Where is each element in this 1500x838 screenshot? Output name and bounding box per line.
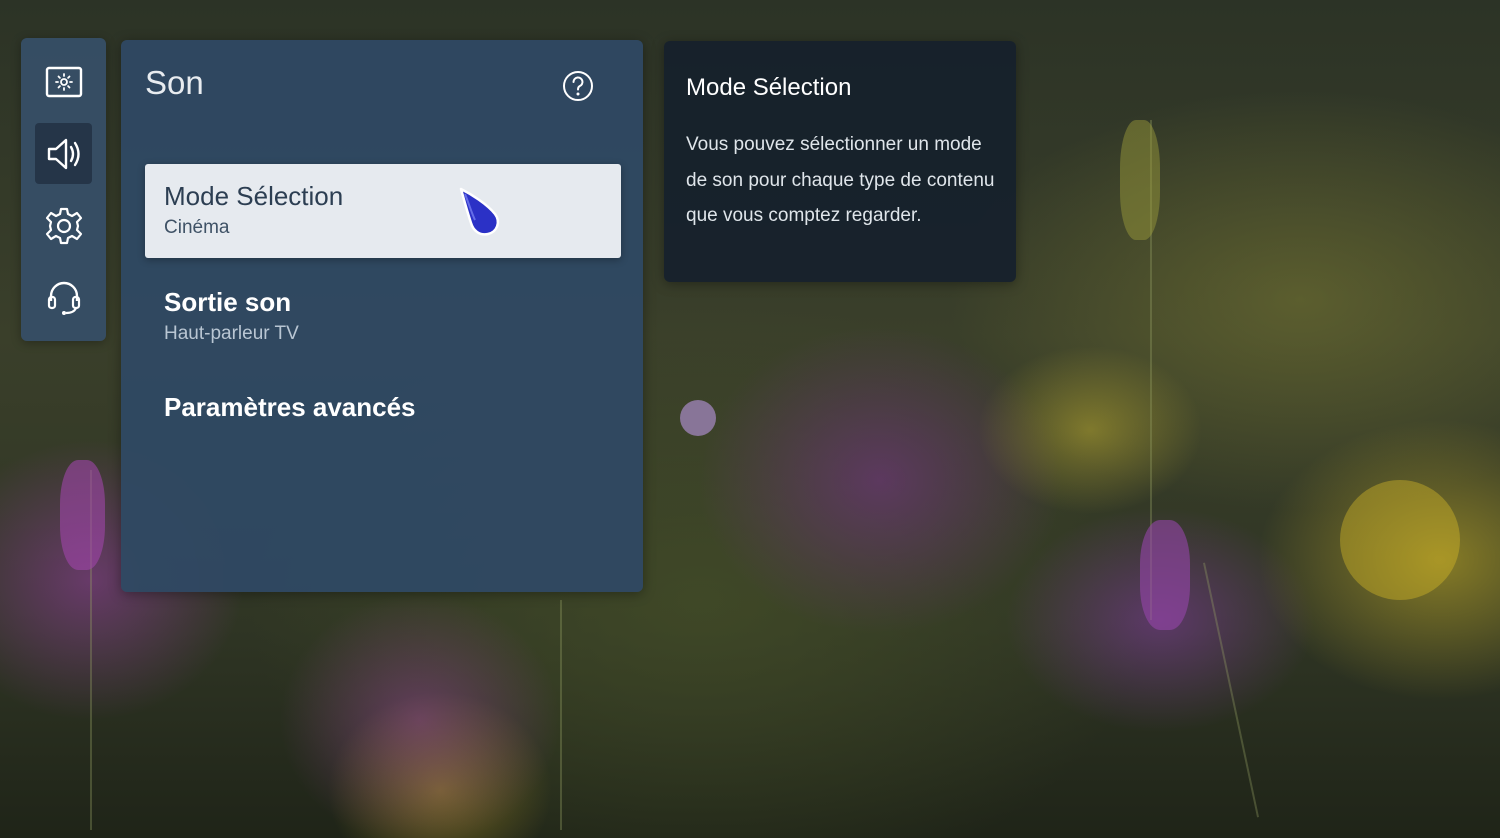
sound-panel: Son Mode Sélection Cinéma Sortie son Hau…	[121, 40, 643, 592]
speaker-icon	[47, 138, 80, 169]
menu-item-label: Mode Sélection	[164, 181, 344, 211]
magic-remote-pointer-icon	[459, 187, 500, 236]
rail-item-general[interactable]	[35, 195, 92, 256]
headset-icon	[47, 281, 80, 315]
info-title: Mode Sélection	[686, 74, 852, 101]
panel-title: Son	[145, 64, 204, 101]
menu-item-value: Cinéma	[164, 217, 230, 238]
question-circle-icon[interactable]	[562, 70, 594, 102]
menu-item-label: Sortie son	[164, 287, 292, 317]
info-description: Vous pouvez sélectionner un mode de son …	[686, 134, 995, 226]
rail-item-picture[interactable]	[35, 52, 92, 113]
rail-item-support[interactable]	[35, 266, 92, 327]
menu-item-label: Paramètres avancés	[164, 392, 416, 422]
info-tooltip: Mode Sélection Vous pouvez sélectionner …	[664, 41, 1016, 282]
menu-item-value: Haut-parleur TV	[164, 323, 299, 344]
category-rail	[21, 38, 106, 341]
menu-item-mode-selection[interactable]: Mode Sélection Cinéma	[145, 164, 621, 258]
rail-item-sound[interactable]	[35, 123, 92, 184]
menu-item-advanced-settings[interactable]: Paramètres avancés	[145, 375, 621, 469]
picture-icon	[45, 66, 82, 97]
gear-icon	[45, 207, 82, 244]
menu-item-sound-output[interactable]: Sortie son Haut-parleur TV	[145, 270, 621, 364]
